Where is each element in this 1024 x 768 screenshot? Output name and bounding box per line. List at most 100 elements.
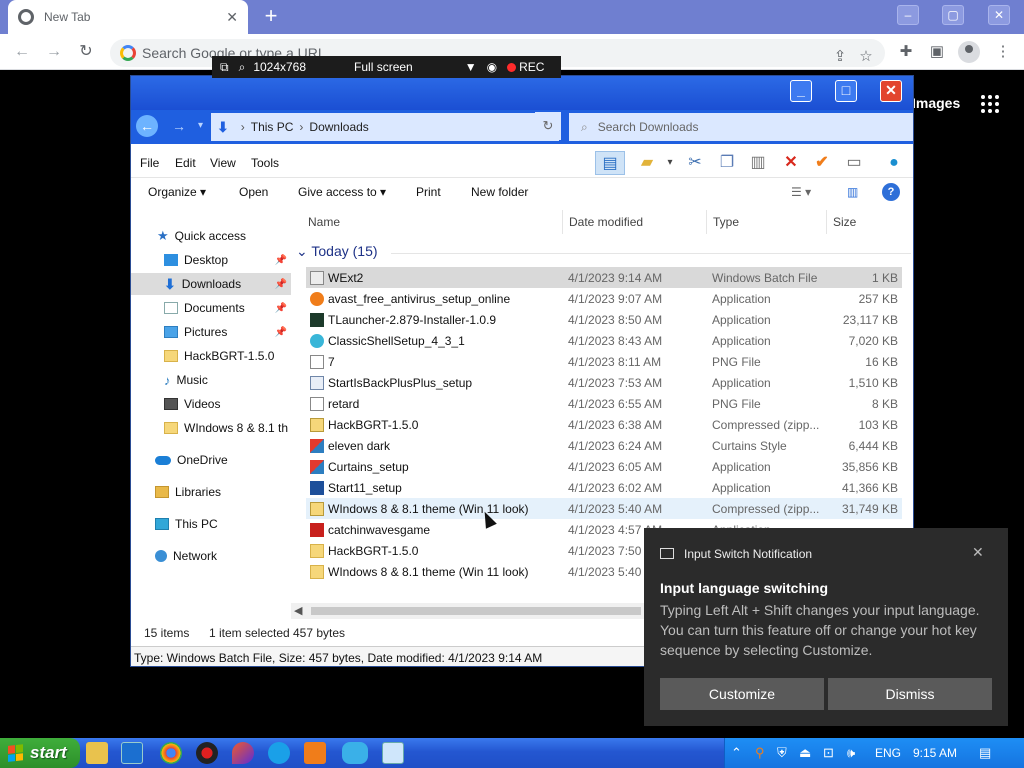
action-center-icon[interactable]: ▤ [979,745,991,761]
input-language[interactable]: ENG [875,746,901,760]
scrollbar-thumb[interactable] [311,607,641,615]
explorer-forward-icon[interactable]: → [168,115,190,137]
file-row[interactable]: StartIsBackPlusPlus_setup 4/1/2023 7:53 … [306,372,902,393]
new-tab-button[interactable]: + [258,4,284,30]
nav-item-libraries[interactable]: Libraries [131,481,291,503]
file-row[interactable]: 7 4/1/2023 8:11 AM PNG File 16 KB [306,351,902,372]
column-divider[interactable] [706,210,707,234]
explorer-back-icon[interactable]: ← [136,115,158,137]
tab-close-icon[interactable]: ✕ [226,9,238,26]
file-row[interactable]: eleven dark 4/1/2023 6:24 AM Curtains St… [306,435,902,456]
start-button[interactable]: start [0,738,80,768]
share-icon[interactable]: ⇪ [830,47,850,67]
column-name[interactable]: Name [308,215,340,229]
nav-item-onedrive[interactable]: OneDrive [131,449,291,471]
new-folder-button[interactable]: New folder [471,185,528,199]
file-row[interactable]: HackBGRT-1.5.0 4/1/2023 6:38 AM Compress… [306,414,902,435]
task-view-icon[interactable] [121,742,143,764]
change-view-icon[interactable]: ☰ ▾ [791,185,811,199]
column-divider[interactable] [826,210,827,234]
nav-item-quick-access[interactable]: ★ Quick access [131,225,291,247]
avast-taskbar-icon[interactable] [304,742,326,764]
cut-icon[interactable]: ✂ [683,151,707,175]
address-bar[interactable]: ⬇ › This PC › Downloads ▾ [211,113,559,141]
extensions-puzzle-icon[interactable]: ✚ [896,42,916,62]
chrome-taskbar-icon[interactable] [160,742,182,764]
menu-file[interactable]: File [140,156,159,170]
show-hidden-icons-chevron-icon[interactable]: ⌃ [731,745,742,761]
file-row[interactable]: retard 4/1/2023 6:55 AM PNG File 8 KB [306,393,902,414]
explorer-close-button[interactable]: ✕ [880,80,902,102]
nav-item-downloads[interactable]: ⬇ Downloads 📌 [131,273,291,295]
file-row[interactable]: ClassicShellSetup_4_3_1 4/1/2023 8:43 AM… [306,330,902,351]
column-date-modified[interactable]: Date modified [569,215,643,229]
recorder-mode[interactable]: Full screen [354,60,413,74]
zoom-icon[interactable]: ⌕ [239,60,246,75]
bookmark-star-icon[interactable]: ☆ [856,47,876,67]
nav-item-desktop[interactable]: Desktop 📌 [131,249,291,271]
nav-item-pictures[interactable]: Pictures 📌 [131,321,291,343]
file-row[interactable]: WIndows 8 & 8.1 theme (Win 11 look) 4/1/… [306,498,902,519]
dismiss-button[interactable]: Dismiss [828,678,992,710]
column-size[interactable]: Size [833,215,856,229]
explorer-title-bar[interactable]: _ □ ✕ [131,76,913,110]
nav-item-videos[interactable]: Videos [131,393,291,415]
nav-item-this-pc[interactable]: This PC [131,513,291,535]
organize-button[interactable]: Organize ▾ [148,185,206,199]
recent-locations-chevron-icon[interactable]: ▾ [198,120,203,131]
back-arrow-icon[interactable]: ← [12,42,32,62]
onedrive-taskbar-icon[interactable] [342,742,368,764]
help-icon[interactable]: ? [882,183,900,201]
preview-pane-icon[interactable]: ▤ [595,151,625,175]
breadcrumb-this-pc[interactable]: This PC [251,120,294,134]
volume-icon[interactable]: 🕪 [847,745,855,761]
toolbar-dropdown-icon[interactable]: ▾ [664,151,676,175]
customize-button[interactable]: Customize [660,678,824,710]
file-row[interactable]: avast_free_antivirus_setup_online 4/1/20… [306,288,902,309]
recorder-resolution[interactable]: 1024x768 [253,60,306,74]
file-explorer-taskbar-icon[interactable] [86,742,108,764]
explorer-maximize-button[interactable]: □ [835,80,857,102]
print-button[interactable]: Print [416,185,441,199]
search-tray-icon[interactable]: ⚲ [755,745,765,761]
firefox-taskbar-icon[interactable] [232,742,254,764]
file-row[interactable]: Start11_setup 4/1/2023 6:02 AM Applicati… [306,477,902,498]
tab-new-tab[interactable]: New Tab ✕ [8,0,248,34]
clock[interactable]: 9:15 AM [913,746,957,760]
nav-item-documents[interactable]: Documents 📌 [131,297,291,319]
region-icon[interactable]: ⧉ [220,60,229,75]
browser-maximize-button[interactable]: ▢ [942,5,964,25]
globe-icon[interactable]: ● [881,151,907,175]
menu-edit[interactable]: Edit [175,156,196,170]
explorer-minimize-button[interactable]: _ [790,80,812,102]
nav-item-network[interactable]: Network [131,545,291,567]
file-row[interactable]: WExt2 4/1/2023 9:14 AM Windows Batch Fil… [306,267,902,288]
images-link[interactable]: Images [912,95,960,111]
copy-icon[interactable]: ❐ [715,151,739,175]
network-status-icon[interactable]: ⊡ [823,745,834,761]
chrome-menu-icon[interactable]: ⋮ [993,42,1013,62]
record-button[interactable]: REC [507,60,544,74]
shield-icon[interactable]: ⛨ [777,745,787,761]
browser-close-button[interactable]: ✕ [988,5,1010,25]
checkmark-icon[interactable]: ✔ [809,151,835,175]
recorder-taskbar-icon[interactable] [196,742,218,764]
notification-close-icon[interactable]: ✕ [972,544,984,561]
breadcrumb-downloads[interactable]: Downloads [309,120,368,134]
side-panel-icon[interactable]: ▣ [927,42,947,62]
nav-item-windows-theme[interactable]: WIndows 8 & 8.1 th [131,417,291,439]
usb-icon[interactable]: ⏏ [799,745,811,761]
google-apps-icon[interactable] [981,95,999,113]
reload-icon[interactable]: ↻ [76,42,96,62]
search-downloads-input[interactable]: ⌕ Search Downloads [569,113,913,141]
nav-item-hackbgrt[interactable]: HackBGRT-1.5.0 [131,345,291,367]
give-access-button[interactable]: Give access to ▾ [298,185,386,199]
delete-icon[interactable]: ✕ [779,151,803,175]
column-divider[interactable] [562,210,563,234]
scroll-left-icon[interactable]: ◀ [294,604,302,617]
horizontal-scrollbar[interactable]: ◀ [291,603,647,619]
open-button[interactable]: Open [239,185,268,199]
preview-toggle-icon[interactable]: ▥ [847,185,858,199]
menu-view[interactable]: View [210,156,236,170]
nav-item-music[interactable]: ♪ Music [131,369,291,391]
